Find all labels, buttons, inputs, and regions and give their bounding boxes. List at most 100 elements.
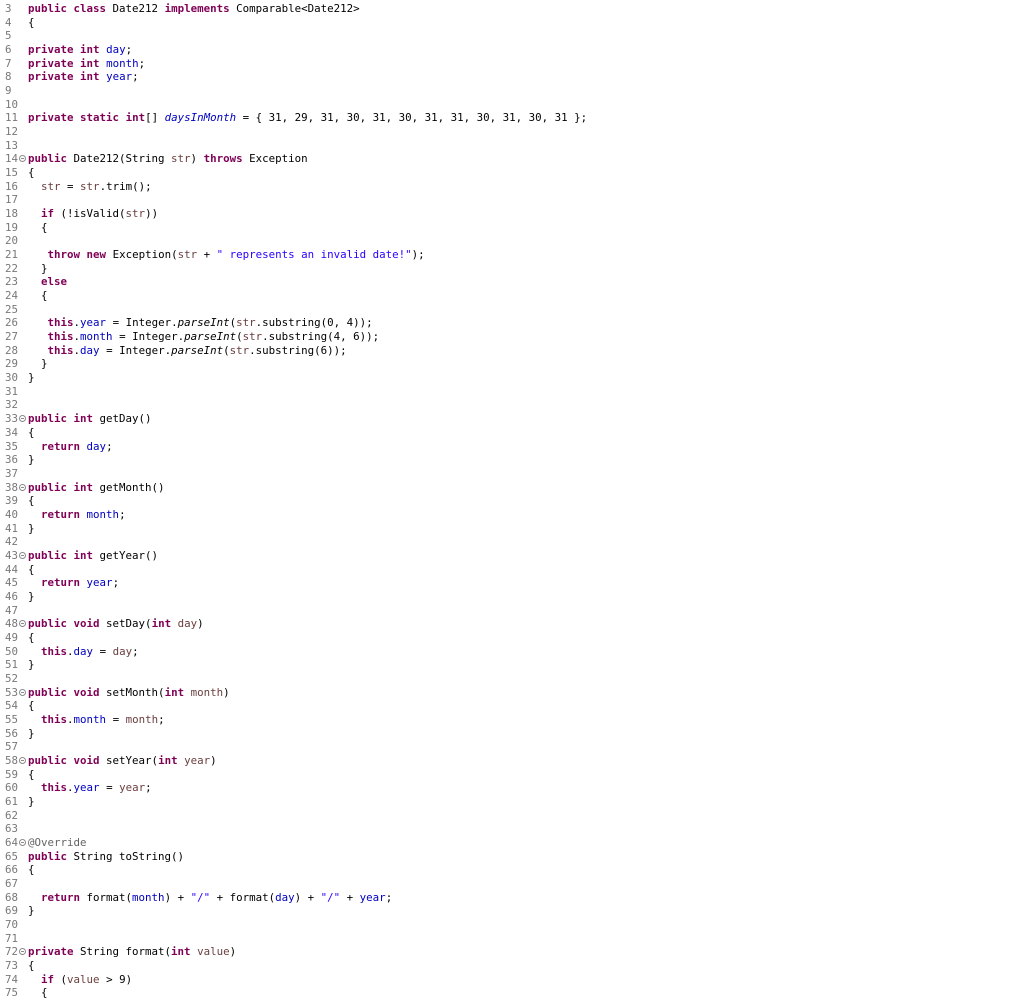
code-line[interactable]: 12 xyxy=(0,125,1024,139)
code-line[interactable]: 7 private int month; xyxy=(0,57,1024,71)
code-line[interactable]: 38 public int getMonth() xyxy=(0,481,1024,495)
code-line[interactable]: 30} xyxy=(0,371,1024,385)
code-line[interactable]: 29 } xyxy=(0,357,1024,371)
line-number: 26 xyxy=(5,316,19,330)
code-text: } xyxy=(28,727,35,741)
code-line[interactable]: 25 xyxy=(0,303,1024,317)
code-line[interactable]: 72 private String format(int value) xyxy=(0,945,1024,959)
code-line[interactable]: 42 xyxy=(0,535,1024,549)
code-line[interactable]: 6 private int day; xyxy=(0,43,1024,57)
line-number: 45 xyxy=(5,576,19,590)
code-line[interactable]: 48 public void setDay(int day) xyxy=(0,617,1024,631)
code-line[interactable]: 55 this.month = month; xyxy=(0,713,1024,727)
code-line[interactable]: 46} xyxy=(0,590,1024,604)
code-line[interactable]: 27 this.month = Integer.parseInt(str.sub… xyxy=(0,330,1024,344)
code-line[interactable]: 20 xyxy=(0,234,1024,248)
code-token: implements xyxy=(164,2,230,15)
code-line[interactable]: 26 this.year = Integer.parseInt(str.subs… xyxy=(0,316,1024,330)
code-line[interactable]: 19 { xyxy=(0,221,1024,235)
code-editor[interactable]: 3 public class Date212 implements Compara… xyxy=(0,2,1024,1000)
code-line[interactable]: 45 return year; xyxy=(0,576,1024,590)
code-line[interactable]: 71 xyxy=(0,932,1024,946)
code-token: { xyxy=(28,959,35,973)
code-line[interactable]: 16 str = str.trim(); xyxy=(0,180,1024,194)
code-line[interactable]: 75 { xyxy=(0,986,1024,1000)
code-line[interactable]: 59 { xyxy=(0,768,1024,782)
code-line[interactable]: 14 public Date212(String str) throws Exce… xyxy=(0,152,1024,166)
code-line[interactable]: 73 { xyxy=(0,959,1024,973)
code-line[interactable]: 21 throw new Exception(str + " represent… xyxy=(0,248,1024,262)
code-line[interactable]: 11 private static int[] daysInMonth = { 3… xyxy=(0,111,1024,125)
code-line[interactable]: 31 xyxy=(0,385,1024,399)
line-number: 10 xyxy=(5,97,19,111)
code-line[interactable]: 51} xyxy=(0,658,1024,672)
code-line[interactable]: 28 this.day = Integer.parseInt(str.subst… xyxy=(0,344,1024,358)
code-line[interactable]: 3 public class Date212 implements Compara… xyxy=(0,2,1024,16)
code-line[interactable]: 52 xyxy=(0,672,1024,686)
code-line[interactable]: 56} xyxy=(0,727,1024,741)
code-text: if (value > 9) xyxy=(28,973,132,987)
code-token: this xyxy=(41,781,68,795)
code-line[interactable]: 4{ xyxy=(0,16,1024,30)
code-line[interactable]: 10 xyxy=(0,98,1024,112)
fold-collapse-icon[interactable] xyxy=(19,756,26,764)
code-line[interactable]: 47 xyxy=(0,604,1024,618)
code-line[interactable]: 39 { xyxy=(0,494,1024,508)
code-line[interactable]: 57 xyxy=(0,740,1024,754)
fold-collapse-icon[interactable] xyxy=(19,688,26,696)
code-line[interactable]: 22 } xyxy=(0,262,1024,276)
code-line[interactable]: 18 if (!isValid(str)) xyxy=(0,207,1024,221)
code-line[interactable]: 41} xyxy=(0,522,1024,536)
code-line[interactable]: 70 xyxy=(0,918,1024,932)
code-line[interactable]: 68 return format(month) + "/" + format(d… xyxy=(0,891,1024,905)
code-line[interactable]: 13 xyxy=(0,139,1024,153)
code-line[interactable]: 61} xyxy=(0,795,1024,809)
code-token: str xyxy=(125,207,146,221)
code-token: ) xyxy=(190,152,204,166)
fold-collapse-icon[interactable] xyxy=(19,483,26,491)
code-line[interactable]: 33 public int getDay() xyxy=(0,412,1024,426)
code-token: public xyxy=(28,2,68,15)
code-line[interactable]: 63 xyxy=(0,822,1024,836)
code-line[interactable]: 37 xyxy=(0,467,1024,481)
code-line[interactable]: 9 xyxy=(0,84,1024,98)
code-line[interactable]: 69} xyxy=(0,904,1024,918)
code-line[interactable]: 23 else xyxy=(0,275,1024,289)
code-line[interactable]: 64 @Override xyxy=(0,836,1024,850)
code-text: @Override xyxy=(28,836,87,850)
code-line[interactable]: 74 if (value > 9) xyxy=(0,973,1024,987)
code-line[interactable]: 5 xyxy=(0,29,1024,43)
code-line[interactable]: 24 { xyxy=(0,289,1024,303)
code-line[interactable]: 58 public void setYear(int year) xyxy=(0,754,1024,768)
code-line[interactable]: 49 { xyxy=(0,631,1024,645)
code-text: public int getYear() xyxy=(28,549,158,563)
code-line[interactable]: 67 xyxy=(0,877,1024,891)
code-token: int xyxy=(80,56,100,70)
code-line[interactable]: 32 xyxy=(0,398,1024,412)
code-token: ; xyxy=(158,712,165,726)
code-line[interactable]: 40 return month; xyxy=(0,508,1024,522)
code-line[interactable]: 44 { xyxy=(0,563,1024,577)
code-line[interactable]: 17 xyxy=(0,193,1024,207)
code-line[interactable]: 35 return day; xyxy=(0,440,1024,454)
code-line[interactable]: 43 public int getYear() xyxy=(0,549,1024,563)
code-line[interactable]: 53 public void setMonth(int month) xyxy=(0,686,1024,700)
code-line[interactable]: 8 private int year; xyxy=(0,70,1024,84)
code-line[interactable]: 15 { xyxy=(0,166,1024,180)
code-line[interactable]: 65 public String toString() xyxy=(0,850,1024,864)
code-token: )) xyxy=(145,207,159,221)
code-line[interactable]: 54 { xyxy=(0,699,1024,713)
code-line[interactable]: 66 { xyxy=(0,863,1024,877)
code-line[interactable]: 34 { xyxy=(0,426,1024,440)
fold-collapse-icon[interactable] xyxy=(19,551,26,559)
code-line[interactable]: 36} xyxy=(0,453,1024,467)
code-line[interactable]: 62 xyxy=(0,809,1024,823)
code-token: return xyxy=(41,890,81,904)
code-line[interactable]: 60 this.year = year; xyxy=(0,781,1024,795)
code-token: str xyxy=(41,179,61,193)
code-line[interactable]: 50 this.day = day; xyxy=(0,645,1024,659)
fold-collapse-icon[interactable] xyxy=(19,838,26,846)
code-token: .trim(); xyxy=(99,179,152,193)
